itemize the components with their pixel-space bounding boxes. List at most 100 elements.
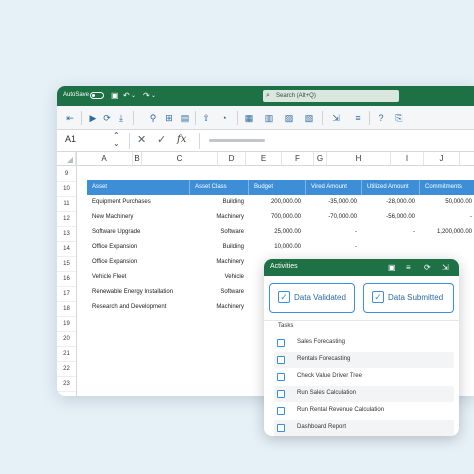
chevron-down-icon[interactable]: ⌄ xyxy=(151,90,156,102)
row-header[interactable]: 15 xyxy=(57,257,76,272)
document-icon[interactable]: ▤ xyxy=(179,112,191,124)
table-cell[interactable]: 10,000.00 xyxy=(249,240,301,255)
grid-icon[interactable]: ▥ xyxy=(263,112,275,124)
formula-input[interactable] xyxy=(209,139,265,142)
save-icon[interactable]: ▣ xyxy=(111,90,119,102)
task-checkbox[interactable] xyxy=(277,373,285,381)
table-cell[interactable]: - xyxy=(306,225,357,240)
data-submitted-button[interactable]: ✓ Data Submitted xyxy=(363,283,454,313)
table-cell[interactable]: - xyxy=(306,240,357,255)
row-header[interactable]: 9 xyxy=(57,167,76,182)
chart-icon[interactable]: ◔ xyxy=(218,112,230,124)
table-cell[interactable]: 1,200,000.00 xyxy=(420,225,472,240)
column-header[interactable]: C xyxy=(142,152,218,165)
wand-icon[interactable]: ⚲ xyxy=(147,112,159,124)
table-header-cell[interactable]: Budget xyxy=(249,180,306,195)
column-header[interactable]: K xyxy=(460,152,474,165)
save-icon[interactable]: ▣ xyxy=(388,262,396,273)
download-icon[interactable]: ⤓ xyxy=(115,112,127,124)
row-header[interactable]: 19 xyxy=(57,317,76,332)
refresh-icon[interactable]: ⟳ xyxy=(424,262,431,273)
task-item[interactable]: Dashboard Report xyxy=(274,420,454,436)
table-cell[interactable]: -28,000.00 xyxy=(362,195,415,210)
table-cell[interactable]: 700,000.00 xyxy=(249,210,301,225)
table-icon[interactable]: ⊞ xyxy=(163,112,175,124)
table-header-cell[interactable]: Utilized Amount xyxy=(362,180,420,195)
row-header[interactable]: 20 xyxy=(57,332,76,347)
search-box[interactable]: ⌕ Search (Alt+Q) xyxy=(263,90,399,102)
table-header-cell[interactable]: Vired Amount xyxy=(306,180,362,195)
document-icon[interactable]: ▧ xyxy=(303,112,315,124)
table-cell[interactable]: Software Upgrade xyxy=(92,225,190,240)
row-header[interactable]: 18 xyxy=(57,302,76,317)
column-header[interactable]: J xyxy=(424,152,460,165)
undo-icon[interactable]: ↶ xyxy=(123,90,130,102)
column-header[interactable]: D xyxy=(218,152,246,165)
task-item[interactable]: Sales Forecasting xyxy=(274,335,454,351)
chart-icon[interactable]: ▨ xyxy=(283,112,295,124)
redo-icon[interactable]: ↷ xyxy=(143,90,150,102)
row-header[interactable]: 16 xyxy=(57,272,76,287)
column-header[interactable]: B xyxy=(133,152,142,165)
table-cell[interactable]: Research and Development xyxy=(92,300,190,315)
table-cell[interactable]: Vehicle Fleet xyxy=(92,270,190,285)
cancel-icon[interactable]: ✕ xyxy=(137,133,146,146)
function-icon[interactable]: fx xyxy=(177,134,186,145)
column-header[interactable]: A xyxy=(76,152,133,165)
settings-icon[interactable] xyxy=(352,112,364,124)
table-cell[interactable]: Renewable Energy Installation xyxy=(92,285,190,300)
task-item[interactable]: Check Value Driver Tree xyxy=(274,369,454,385)
row-header[interactable]: 10 xyxy=(57,182,76,197)
share-icon[interactable]: ⎘ xyxy=(393,112,405,124)
back-icon[interactable]: ⇤ xyxy=(64,112,76,124)
table-cell[interactable]: Software xyxy=(190,225,244,240)
table-cell[interactable]: - xyxy=(420,210,472,225)
table-header-cell[interactable]: Asset Class xyxy=(190,180,249,195)
export-icon[interactable]: ⇲ xyxy=(330,112,342,124)
help-icon[interactable]: ? xyxy=(375,112,387,124)
column-header[interactable]: E xyxy=(246,152,282,165)
upload-icon[interactable]: ⇧ xyxy=(200,112,212,124)
export-icon[interactable]: ⇲ xyxy=(442,262,449,273)
table-cell[interactable]: 50,000.00 xyxy=(420,195,472,210)
column-header[interactable]: G xyxy=(314,152,327,165)
task-checkbox[interactable] xyxy=(277,339,285,347)
table-cell[interactable]: Building xyxy=(190,195,244,210)
autosave-toggle[interactable] xyxy=(90,92,104,99)
select-all-corner[interactable] xyxy=(57,152,76,165)
table-cell[interactable] xyxy=(362,240,415,255)
row-header[interactable]: 13 xyxy=(57,227,76,242)
task-checkbox[interactable] xyxy=(277,356,285,364)
table-cell[interactable]: Office Expansion xyxy=(92,240,190,255)
table-cell[interactable]: -70,000.00 xyxy=(306,210,357,225)
task-checkbox[interactable] xyxy=(277,390,285,398)
table-header-cell[interactable]: Commitments xyxy=(420,180,474,195)
table-cell[interactable]: Building xyxy=(190,240,244,255)
row-header[interactable]: 23 xyxy=(57,377,76,392)
row-header[interactable]: 17 xyxy=(57,287,76,302)
table-cell[interactable]: 25,000.00 xyxy=(249,225,301,240)
column-header[interactable]: I xyxy=(391,152,424,165)
refresh-icon[interactable]: ⟳ xyxy=(101,112,113,124)
task-item[interactable]: Rentals Forecasting xyxy=(274,352,454,368)
table-cell[interactable]: -56,000.00 xyxy=(362,210,415,225)
confirm-icon[interactable]: ✓ xyxy=(157,133,166,146)
task-item[interactable]: Run Sales Calculation xyxy=(274,386,454,402)
table-cell[interactable]: Office Expansion xyxy=(92,255,190,270)
task-checkbox[interactable] xyxy=(277,407,285,415)
list-icon[interactable]: ≡ xyxy=(406,262,411,273)
task-checkbox[interactable] xyxy=(277,424,285,432)
table-cell[interactable]: Machinery xyxy=(190,255,244,270)
task-item[interactable]: Run Rental Revenue Calculation xyxy=(274,403,454,419)
table-cell[interactable]: New Machinery xyxy=(92,210,190,225)
play-icon[interactable]: ▶ xyxy=(87,112,99,124)
column-header[interactable]: F xyxy=(282,152,314,165)
data-validated-button[interactable]: ✓ Data Validated xyxy=(269,283,355,313)
table-cell[interactable]: Machinery xyxy=(190,300,244,315)
chevron-down-icon[interactable]: ⌄ xyxy=(131,90,136,102)
column-header[interactable]: H xyxy=(327,152,391,165)
calendar-icon[interactable]: ▦ xyxy=(243,112,255,124)
row-header[interactable]: 22 xyxy=(57,362,76,377)
table-cell[interactable]: Equipment Purchases xyxy=(92,195,190,210)
name-box[interactable]: A1 xyxy=(65,134,76,144)
